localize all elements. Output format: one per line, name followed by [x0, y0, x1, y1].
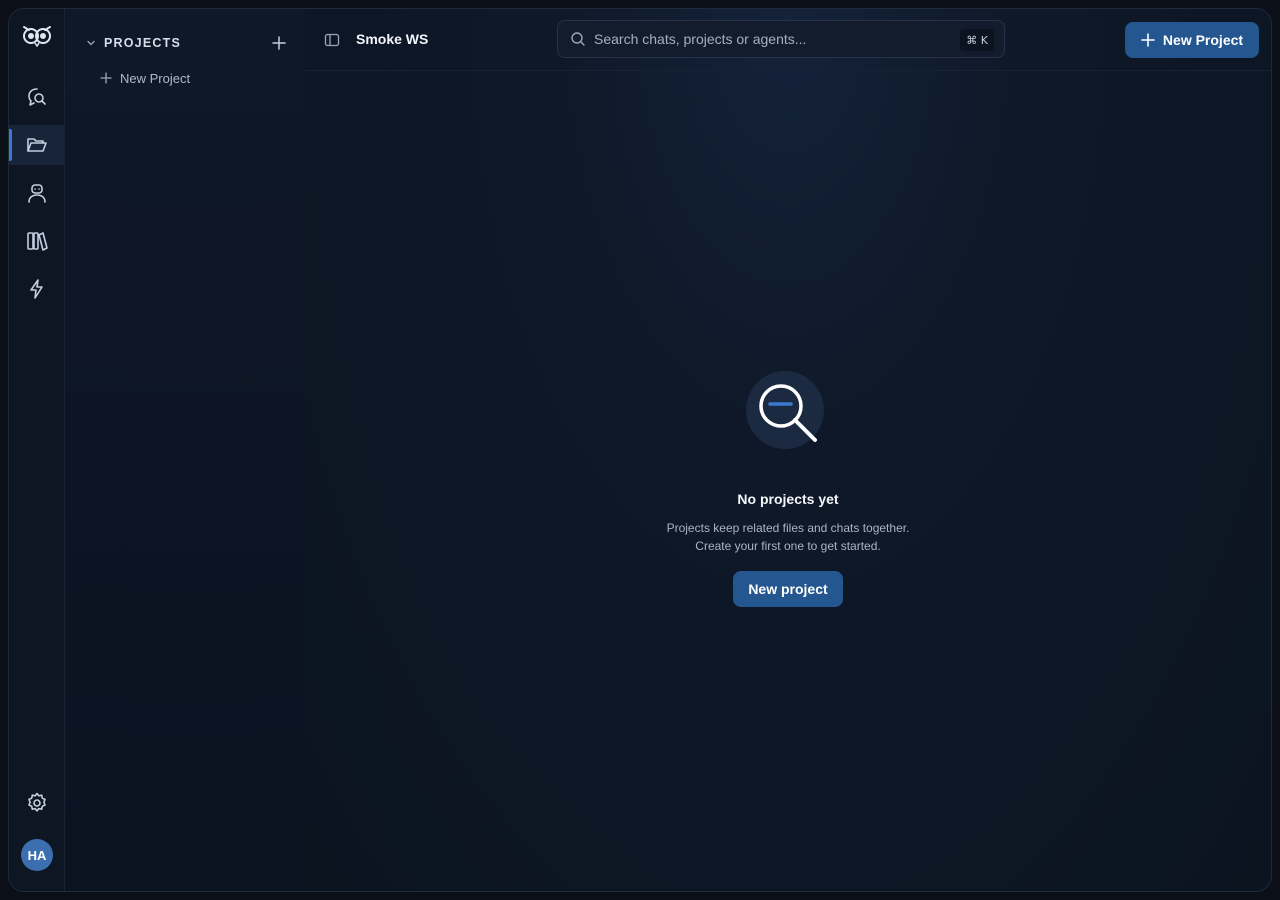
- search-input[interactable]: [594, 31, 954, 47]
- empty-state-line-2: Create your first one to get started.: [695, 539, 881, 553]
- sidebar-toggle-icon[interactable]: [323, 31, 341, 49]
- projects-section-title: PROJECTS: [104, 36, 181, 50]
- app-window: HA PROJECTS New Project Smoke WS Search …: [8, 8, 1272, 892]
- owl-logo-icon[interactable]: [21, 23, 53, 47]
- projects-sidebar: PROJECTS New Project: [66, 9, 305, 891]
- user-avatar[interactable]: HA: [21, 839, 53, 871]
- robot-icon: [28, 184, 46, 203]
- empty-search-icon: [746, 371, 824, 449]
- magnifier-minus-icon: [759, 384, 817, 442]
- nav-rail: HA: [9, 9, 65, 891]
- projects-section-header[interactable]: PROJECTS: [86, 33, 289, 53]
- sidebar-new-project-item[interactable]: New Project: [100, 69, 190, 87]
- create-project-button[interactable]: New project: [733, 571, 843, 607]
- books-icon: [27, 232, 48, 251]
- search-icon: [571, 32, 585, 46]
- chat-search-icon: [28, 88, 46, 106]
- plus-icon: [272, 36, 286, 50]
- gear-icon: [28, 792, 46, 812]
- sidebar-new-project-label: New Project: [120, 70, 191, 86]
- new-project-button-label: New Project: [1162, 32, 1244, 48]
- rail-agents-button[interactable]: [9, 173, 65, 213]
- main-content: Smoke WS ⌘ K New Project: [305, 9, 1271, 891]
- rail-chats-button[interactable]: [9, 77, 65, 117]
- empty-state-title: No projects yet: [737, 491, 839, 507]
- search-shortcut-badge: ⌘ K: [960, 29, 994, 51]
- plus-icon: [100, 72, 112, 84]
- rail-automations-button[interactable]: [9, 269, 65, 309]
- plus-icon: [1141, 33, 1155, 47]
- workspace-name[interactable]: Smoke WS: [356, 31, 428, 47]
- new-project-button[interactable]: New Project: [1125, 22, 1259, 58]
- add-project-button[interactable]: [269, 33, 289, 53]
- lightning-icon: [30, 279, 43, 299]
- empty-state: No projects yet Projects keep related fi…: [305, 371, 1271, 607]
- settings-button[interactable]: [9, 783, 65, 823]
- folder-open-icon: [27, 138, 47, 152]
- chevron-down-icon[interactable]: [86, 38, 96, 48]
- rail-library-button[interactable]: [9, 221, 65, 261]
- top-bar: Smoke WS ⌘ K New Project: [305, 9, 1271, 71]
- empty-state-description: Projects keep related files and chats to…: [305, 519, 1271, 555]
- empty-state-line-1: Projects keep related files and chats to…: [666, 521, 910, 535]
- global-search[interactable]: ⌘ K: [557, 20, 1005, 58]
- rail-projects-button[interactable]: [9, 125, 65, 165]
